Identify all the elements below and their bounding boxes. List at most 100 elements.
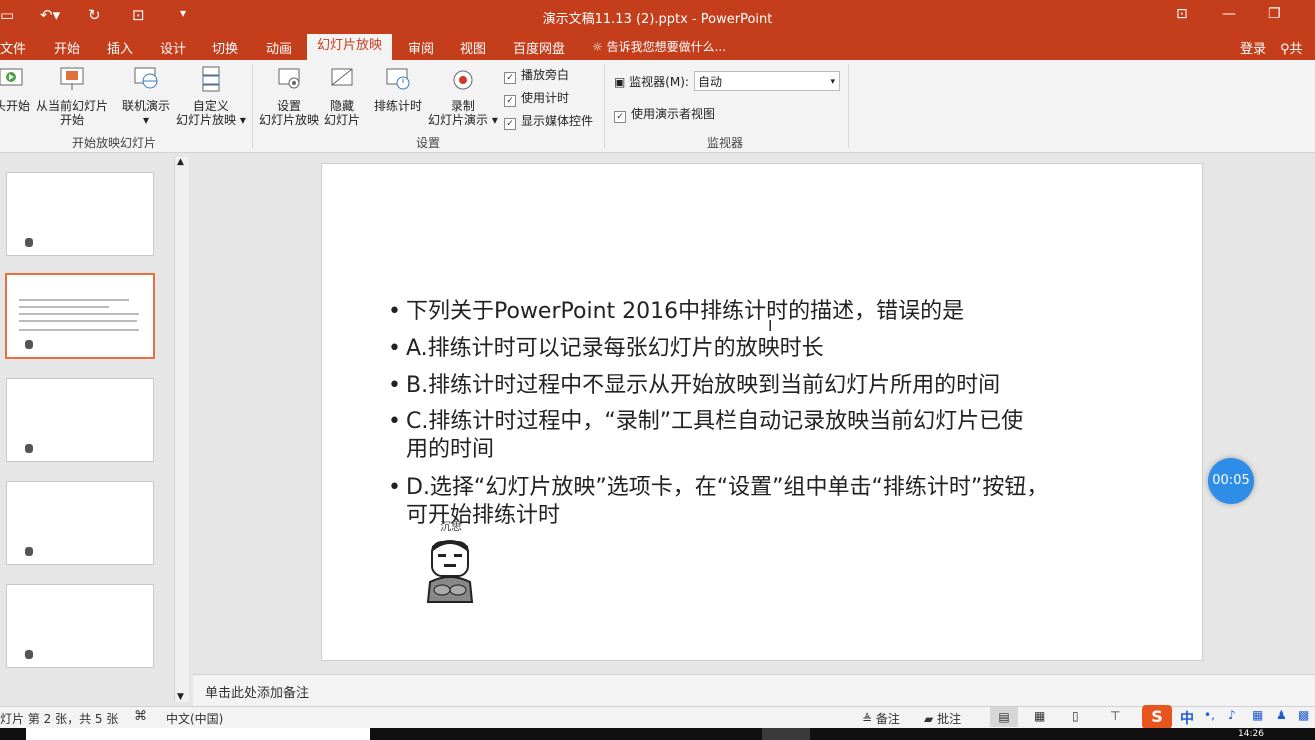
avatar-mini — [25, 444, 33, 453]
notes-toggle-button[interactable]: ≜ 备注 — [862, 710, 900, 727]
avatar-mini — [25, 547, 33, 556]
avatar-mini — [25, 340, 33, 349]
custom-slideshow-button[interactable]: 自定义 幻灯片放映 ▾ — [176, 66, 246, 127]
status-bar: 灯片 第 2 张，共 5 张 ⌘ 中文(中国) ≜ 备注 ▰ 批注 ▤ ▦ ▯ … — [0, 705, 1315, 729]
lightbulb-icon: ☼ — [592, 40, 603, 54]
slide-thumbnail-3[interactable] — [6, 378, 154, 462]
bullet-option-a[interactable]: • A.排练计时可以记录每张幻灯片的放映时长 — [388, 335, 824, 363]
avatar-caption: 沉思 — [440, 520, 462, 533]
share-button[interactable]: ⚲共 — [1280, 38, 1303, 57]
taskbar-search-box[interactable] — [26, 728, 370, 740]
tab-view[interactable]: 视图 — [460, 38, 486, 57]
reading-view-icon[interactable]: ▯ — [1072, 709, 1079, 723]
group-separator — [604, 64, 605, 148]
normal-view-icon[interactable]: ▤ — [990, 707, 1018, 727]
keyboard-icon[interactable]: ▦ — [1252, 708, 1263, 722]
from-beginning-button[interactable]: 头开始 — [0, 66, 30, 113]
language-status[interactable]: 中文(中国) — [166, 710, 223, 727]
window-title: 演示文稿11.13 (2).pptx - PowerPoint — [542, 12, 773, 27]
title-bar: ▭ ↶▾ ↻ ⊡ ▾ 演示文稿11.13 (2).pptx - PowerPoi… — [0, 0, 1315, 32]
checkmark-icon: ✓ — [504, 95, 516, 107]
presenter-view-checkbox[interactable]: ✓ 使用演示者视图 — [614, 105, 715, 123]
bullet-option-c[interactable]: • C.排练计时过程中，“录制”工具栏自动记录放映当前幻灯片已使 — [388, 408, 1023, 436]
checkmark-icon: ✓ — [504, 118, 516, 130]
comments-toggle-button[interactable]: ▰ 批注 — [924, 710, 961, 727]
tab-home[interactable]: 开始 — [54, 38, 80, 57]
slide-count-status: 灯片 第 2 张，共 5 张 — [0, 712, 119, 726]
toolbox-icon[interactable]: ▩ — [1298, 708, 1309, 722]
slide-thumbnail-1[interactable] — [6, 172, 154, 256]
slide-thumbnail-pane — [0, 153, 192, 706]
taskbar-active-app[interactable] — [762, 728, 810, 740]
chevron-down-icon: ▾ — [830, 77, 835, 87]
tab-file[interactable]: 文件 — [0, 38, 26, 57]
hide-slide-icon — [331, 68, 353, 86]
bullet-option-d[interactable]: • D.选择“幻灯片放映”选项卡，在“设置”组中单击“排练计时”按钮， — [388, 474, 1048, 502]
rehearse-timings-icon — [386, 68, 410, 90]
hide-slide-button[interactable]: 隐藏 幻灯片 — [324, 66, 360, 127]
bullet-option-d-cont[interactable]: 可开始排练计时 — [406, 502, 560, 530]
notes-pane[interactable]: 单击此处添加备注 — [193, 674, 1315, 707]
ribbon: 头开始 从当前幻灯片 开始 联机演示 ▾ 自定义 幻灯片放映 ▾ 开始放映幻灯片… — [0, 60, 1315, 153]
play-from-current-icon — [60, 67, 84, 90]
play-from-start-icon — [0, 68, 23, 86]
skin-icon[interactable]: ♟ — [1276, 708, 1287, 722]
group-separator — [252, 64, 253, 148]
use-timings-checkbox[interactable]: ✓ 使用计时 — [504, 89, 569, 107]
timer-widget[interactable]: 00:05 — [1208, 458, 1254, 504]
sogou-ime-icon[interactable]: S — [1142, 705, 1172, 729]
windows-taskbar: 14:26 — [0, 728, 1315, 740]
ribbon-display-icon[interactable]: ⊡ — [1176, 6, 1188, 22]
minimize-icon[interactable]: — — [1222, 6, 1236, 22]
play-narrations-checkbox[interactable]: ✓ 播放旁白 — [504, 66, 569, 84]
tab-review[interactable]: 审阅 — [408, 38, 434, 57]
present-online-icon — [134, 67, 158, 89]
avatar-mini — [25, 238, 33, 247]
slide-thumbnail-2[interactable] — [5, 273, 155, 359]
monitor-icon: ▣ — [614, 75, 626, 89]
record-slideshow-button[interactable]: 录制 幻灯片演示 ▾ — [428, 66, 498, 127]
group-label-monitor: 监视器 — [707, 136, 744, 150]
punctuation-icon[interactable]: •, — [1204, 708, 1215, 722]
tab-insert[interactable]: 插入 — [107, 38, 133, 57]
scroll-down-icon[interactable]: ▼ — [177, 692, 184, 702]
setup-slideshow-button[interactable]: 设置 幻灯片放映 — [259, 66, 319, 127]
tab-baidu-netdisk[interactable]: 百度网盘 — [513, 38, 565, 57]
comment-icon: ▰ — [924, 712, 934, 726]
tab-slideshow[interactable]: 幻灯片放映 — [307, 34, 393, 60]
bullet-question[interactable]: • 下列关于PowerPoint 2016中排练计时的描述，错误的是 — [388, 298, 964, 326]
tab-design[interactable]: 设计 — [160, 38, 186, 57]
checkmark-icon: ✓ — [614, 111, 626, 123]
monitor-select[interactable]: 自动 ▾ — [694, 71, 840, 91]
accessibility-icon[interactable]: ⌘ — [134, 709, 147, 724]
tab-transitions[interactable]: 切换 — [212, 38, 238, 57]
microphone-icon[interactable]: ♪ — [1228, 708, 1236, 722]
notes-icon: ≜ — [862, 712, 873, 726]
bullet-option-c-cont[interactable]: 用的时间 — [406, 436, 494, 464]
notes-placeholder: 单击此处添加备注 — [205, 686, 310, 701]
restore-icon[interactable]: ❐ — [1268, 6, 1281, 22]
login-link[interactable]: 登录 — [1240, 38, 1266, 57]
person-icon: ⚲ — [1280, 42, 1290, 57]
tell-me-box[interactable]: ☼ 告诉我您想要做什么... — [592, 38, 726, 55]
slide-thumbnail-5[interactable] — [6, 584, 154, 668]
thinking-avatar-icon[interactable] — [424, 538, 476, 604]
slideshow-view-icon[interactable]: ⊤ — [1110, 709, 1120, 723]
from-current-slide-button[interactable]: 从当前幻灯片 开始 — [36, 66, 108, 127]
tab-animations[interactable]: 动画 — [266, 38, 292, 57]
scroll-up-icon[interactable]: ▲ — [177, 157, 184, 167]
rehearse-timings-button[interactable]: 排练计时 — [374, 66, 422, 113]
group-label-start: 开始放映幻灯片 — [72, 136, 157, 150]
thumbnail-scrollbar[interactable]: ▲ ▼ — [174, 157, 189, 702]
text-cursor-icon: I — [768, 317, 773, 335]
group-separator — [848, 64, 849, 148]
ime-lang-indicator[interactable]: 中 — [1180, 708, 1194, 728]
group-label-setup: 设置 — [416, 136, 441, 150]
present-online-button[interactable]: 联机演示 ▾ — [122, 66, 170, 127]
bullet-option-b[interactable]: • B.排练计时过程中不显示从开始放映到当前幻灯片所用的时间 — [388, 372, 1000, 400]
monitor-label: ▣ 监视器(M): — [614, 75, 689, 89]
show-media-controls-checkbox[interactable]: ✓ 显示媒体控件 — [504, 112, 593, 130]
slide-sorter-icon[interactable]: ▦ — [1034, 709, 1045, 723]
slide-thumbnail-4[interactable] — [6, 481, 154, 565]
taskbar-clock: 14:26 — [1238, 729, 1264, 739]
